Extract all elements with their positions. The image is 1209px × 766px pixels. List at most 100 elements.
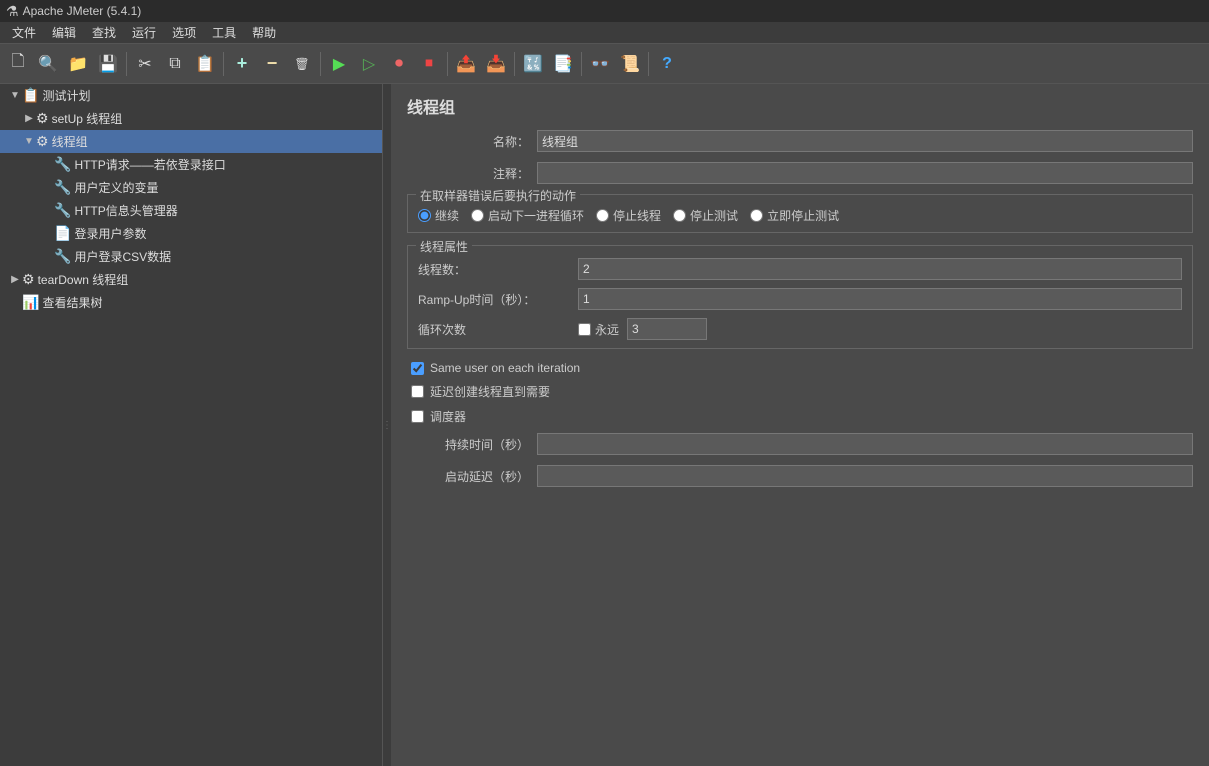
csv-data-icon: 🔧 [54, 248, 71, 265]
iterations-input[interactable] [627, 318, 707, 340]
split-handle[interactable]: ⋮ [383, 84, 391, 766]
toolbar: 🗋 🔍 📁 💾 ✂ ⧉ 📋 + − 🗑 ▶ ▷ ⏺ ⏹ 📤 📥 🔣 📑 👓 📜 … [0, 44, 1209, 84]
test-plan-icon: 📋 [22, 87, 39, 104]
radio-start-next[interactable]: 启动下一进程循环 [471, 207, 584, 224]
glasses-button[interactable]: 👓 [586, 50, 614, 78]
forever-checkbox[interactable] [578, 323, 591, 336]
same-user-checkbox[interactable] [411, 362, 424, 375]
sep2 [223, 52, 224, 76]
tree-label-thread-group: 线程组 [52, 133, 88, 150]
tree-arrow-test-plan[interactable]: ▼ [8, 90, 22, 101]
new-button[interactable]: 🗋 [4, 50, 32, 78]
radio-stop-test[interactable]: 停止测试 [673, 207, 738, 224]
scheduler-checkbox[interactable] [411, 410, 424, 423]
radio-stop-now[interactable]: 立即停止测试 [750, 207, 839, 224]
same-user-row[interactable]: Same user on each iteration [411, 361, 1193, 375]
startup-delay-row: 启动延迟（秒） [407, 465, 1193, 487]
sep3 [320, 52, 321, 76]
tree-arrow-teardown[interactable]: ▶ [8, 274, 22, 285]
menu-run[interactable]: 运行 [124, 22, 164, 43]
http-header-icon: 🔧 [54, 202, 71, 219]
tree-label-setup: setUp 线程组 [52, 110, 123, 127]
delay-create-checkbox[interactable] [411, 385, 424, 398]
result-tree-icon: 📊 [22, 294, 39, 311]
menu-edit[interactable]: 编辑 [44, 22, 84, 43]
name-input[interactable] [537, 130, 1193, 152]
duration-input[interactable] [537, 433, 1193, 455]
radio-stop-thread[interactable]: 停止线程 [596, 207, 661, 224]
menu-bar: 文件 编辑 查找 运行 选项 工具 帮助 [0, 22, 1209, 44]
delay-create-row[interactable]: 延迟创建线程直到需要 [411, 383, 1193, 400]
run-button[interactable]: ▶ [325, 50, 353, 78]
name-label: 名称： [407, 133, 537, 150]
templates-button[interactable]: 📑 [549, 50, 577, 78]
setup-icon: ⚙ [36, 110, 49, 127]
menu-help[interactable]: 帮助 [244, 22, 284, 43]
error-section-label: 在取样器错误后要执行的动作 [416, 187, 580, 204]
scheduler-row[interactable]: 调度器 [411, 408, 1193, 425]
menu-options[interactable]: 选项 [164, 22, 204, 43]
tree-item-setup[interactable]: ▶ ⚙ setUp 线程组 [0, 107, 382, 130]
name-row: 名称： [407, 130, 1193, 152]
sep1 [126, 52, 127, 76]
stop-loop-button[interactable]: ⏺ [385, 50, 413, 78]
error-section: 在取样器错误后要执行的动作 继续 启动下一进程循环 停止线程 停止测试 [407, 194, 1193, 233]
copy-button[interactable]: ⧉ [161, 50, 189, 78]
comment-row: 注释： [407, 162, 1193, 184]
save-template-button[interactable]: 📁 [64, 50, 92, 78]
user-vars-icon: 🔧 [54, 179, 71, 196]
tree-label-test-plan: 测试计划 [42, 87, 90, 104]
menu-tools[interactable]: 工具 [204, 22, 244, 43]
tree-label-teardown: tearDown 线程组 [38, 271, 129, 288]
teardown-icon: ⚙ [22, 271, 35, 288]
menu-find[interactable]: 查找 [84, 22, 124, 43]
sep4 [447, 52, 448, 76]
stop-button[interactable]: ⏹ [415, 50, 443, 78]
cut-button[interactable]: ✂ [131, 50, 159, 78]
remove-button[interactable]: − [258, 50, 286, 78]
tree-item-thread-group[interactable]: ▼ ⚙ 线程组 [0, 130, 382, 153]
tree-item-login-params[interactable]: 📄 登录用户参数 [0, 222, 382, 245]
save-button[interactable]: 💾 [94, 50, 122, 78]
remote-stop-button[interactable]: 📥 [482, 50, 510, 78]
sep5 [514, 52, 515, 76]
run-nopause-button[interactable]: ▷ [355, 50, 383, 78]
tree-item-csv-data[interactable]: 🔧 用户登录CSV数据 [0, 245, 382, 268]
props-grid: 线程数： Ramp-Up时间（秒）： 循环次数 永远 [418, 254, 1182, 340]
tree-label-csv-data: 用户登录CSV数据 [74, 248, 171, 265]
open-button[interactable]: 🔍 [34, 50, 62, 78]
app-icon: ⚗ [6, 3, 19, 20]
duration-row: 持续时间（秒） [407, 433, 1193, 455]
log-button[interactable]: 📜 [616, 50, 644, 78]
comment-input[interactable] [537, 162, 1193, 184]
radio-start-next-label: 启动下一进程循环 [488, 207, 584, 224]
tree-item-http-request[interactable]: 🔧 HTTP请求——若依登录接口 [0, 153, 382, 176]
rampup-row: Ramp-Up时间（秒）： [418, 288, 1182, 310]
remote-start-button[interactable]: 📤 [452, 50, 480, 78]
rampup-input[interactable] [578, 288, 1182, 310]
tree-arrow-thread-group[interactable]: ▼ [22, 136, 36, 147]
menu-file[interactable]: 文件 [4, 22, 44, 43]
function-helper-button[interactable]: 🔣 [519, 50, 547, 78]
tree-label-user-vars: 用户定义的变量 [74, 179, 158, 196]
tree-item-test-plan[interactable]: ▼ 📋 测试计划 [0, 84, 382, 107]
duration-label: 持续时间（秒） [407, 436, 537, 453]
tree-item-teardown[interactable]: ▶ ⚙ tearDown 线程组 [0, 268, 382, 291]
same-user-label: Same user on each iteration [430, 361, 580, 375]
tree-arrow-setup[interactable]: ▶ [22, 113, 36, 124]
radio-continue[interactable]: 继续 [418, 207, 459, 224]
paste-button[interactable]: 📋 [191, 50, 219, 78]
radio-continue-label: 继续 [435, 207, 459, 224]
clear-button[interactable]: 🗑 [288, 50, 316, 78]
tree-item-user-vars[interactable]: 🔧 用户定义的变量 [0, 176, 382, 199]
startup-delay-input[interactable] [537, 465, 1193, 487]
tree-item-result-tree[interactable]: 📊 查看结果树 [0, 291, 382, 314]
tree-item-http-header[interactable]: 🔧 HTTP信息头管理器 [0, 199, 382, 222]
tree-panel: ▼ 📋 测试计划 ▶ ⚙ setUp 线程组 ▼ ⚙ 线程组 🔧 HTTP请求—… [0, 84, 383, 766]
panel-title: 线程组 [407, 94, 1193, 118]
forever-group[interactable]: 永远 [578, 321, 619, 338]
help-button[interactable]: ? [653, 50, 681, 78]
startup-delay-label: 启动延迟（秒） [407, 468, 537, 485]
add-button[interactable]: + [228, 50, 256, 78]
threads-input[interactable] [578, 258, 1182, 280]
